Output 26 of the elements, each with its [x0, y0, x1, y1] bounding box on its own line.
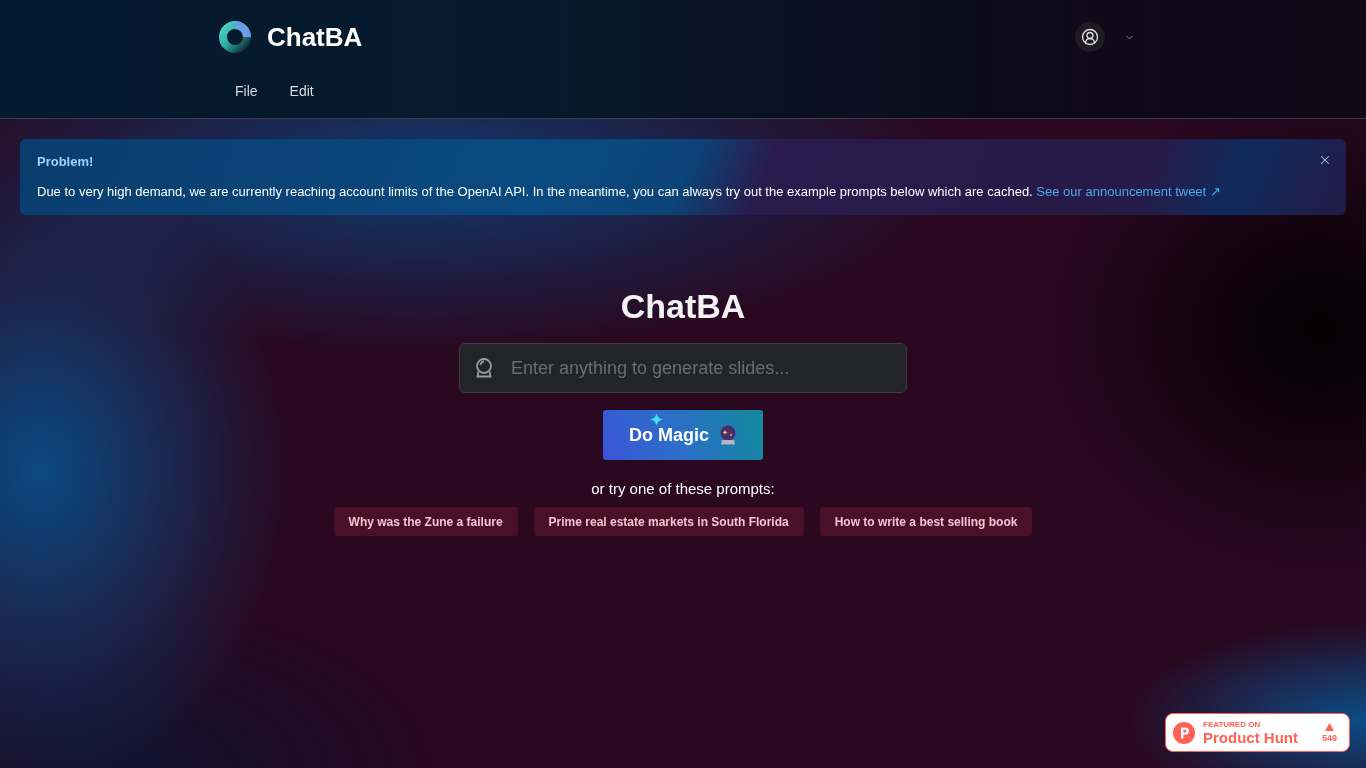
vote-count: 549	[1321, 733, 1337, 743]
user-avatar-button[interactable]	[1075, 22, 1105, 52]
close-icon	[1318, 153, 1332, 167]
prompt-chip[interactable]: How to write a best selling book	[819, 507, 1033, 536]
do-magic-button[interactable]: Do Magic	[603, 410, 763, 460]
alert-message: Due to very high demand, we are currently reaching account limits of the OpenAI API. In the meantime, you can always try out the example prompts below which are cached. See our announcement tweet ↗	[37, 183, 1222, 201]
menu-item[interactable]: File	[219, 75, 274, 107]
crystal-ball-icon	[719, 425, 737, 445]
user-icon	[1081, 28, 1099, 46]
prompt-chip[interactable]: Why was the Zune a failure	[333, 507, 518, 536]
crystal-ball-icon	[475, 358, 493, 378]
search-field[interactable]: Enter anything to generate slides...	[459, 343, 907, 393]
hero-title: ChatBA	[620, 286, 746, 326]
prompts-label: or try one of these prompts:	[591, 479, 775, 499]
menu-item[interactable]: Edit	[273, 75, 330, 107]
featured-on-caption: FEATURED ON	[1203, 720, 1261, 729]
product-hunt-logo-icon	[1173, 721, 1195, 744]
close-button[interactable]	[1318, 153, 1332, 167]
brand-name: ChatBA	[267, 21, 363, 53]
prompt-chip[interactable]: Prime real estate markets in South Florida	[533, 507, 804, 536]
upvote-triangle-icon	[1325, 722, 1334, 731]
alert-title: Problem!	[37, 153, 94, 171]
announcement-link[interactable]: See our announcement tweet ↗	[1036, 184, 1221, 199]
ring-logo-icon	[219, 21, 251, 53]
product-hunt-name: Product Hunt	[1203, 729, 1298, 745]
sparkle-icon	[650, 413, 663, 426]
